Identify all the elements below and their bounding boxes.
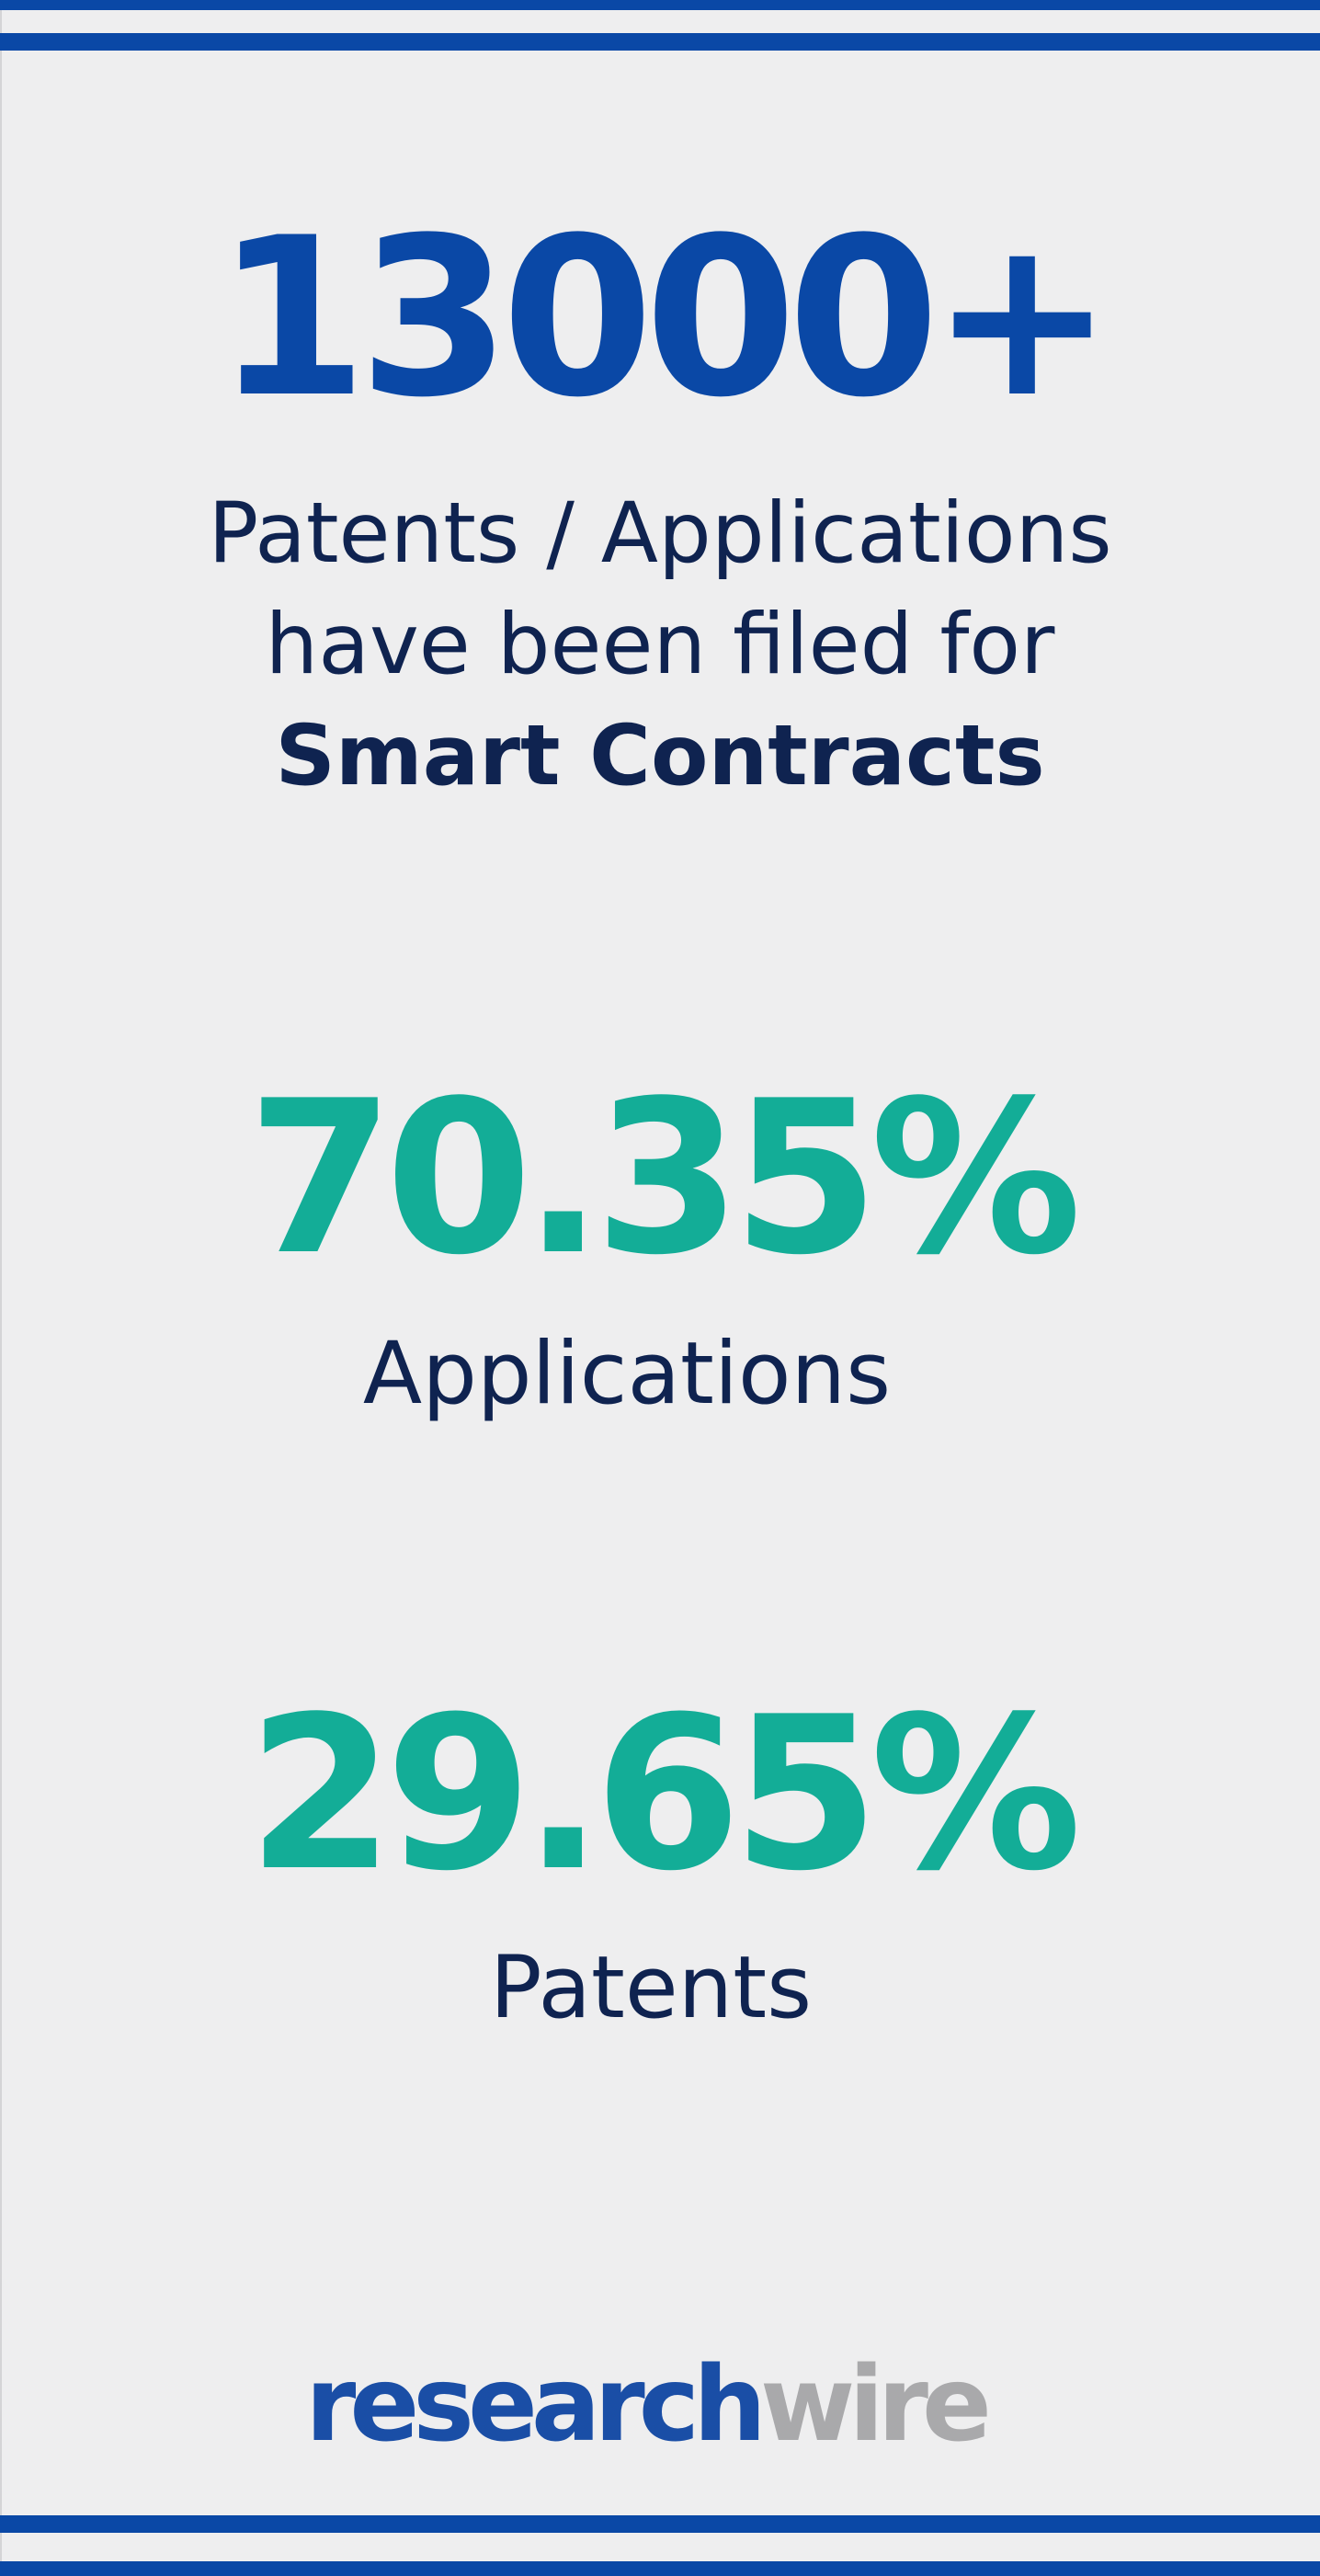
bottom-border-stripe-thick bbox=[0, 2515, 1320, 2533]
top-border-stripe-thin bbox=[0, 0, 1320, 10]
headline-description: Patents / Applications have been filed f… bbox=[0, 478, 1320, 812]
applications-percentage: 70.35% bbox=[0, 1074, 1320, 1285]
patents-label: Patents bbox=[0, 1938, 1311, 2038]
researchwire-logo: researchwire bbox=[0, 2354, 1305, 2456]
applications-label: Applications bbox=[0, 1324, 1287, 1424]
headline-count: 13000+ bbox=[0, 210, 1320, 428]
top-border-stripe-thick bbox=[0, 33, 1320, 51]
bottom-border-stripe-thin bbox=[0, 2561, 1320, 2576]
logo-text-wire: wire bbox=[760, 2345, 985, 2465]
description-topic: Smart Contracts bbox=[0, 701, 1320, 812]
logo-text-research: research bbox=[305, 2345, 760, 2465]
description-line-2: have been filed for bbox=[0, 589, 1320, 701]
description-line-1: Patents / Applications bbox=[0, 478, 1320, 589]
patents-percentage: 29.65% bbox=[0, 1690, 1320, 1901]
